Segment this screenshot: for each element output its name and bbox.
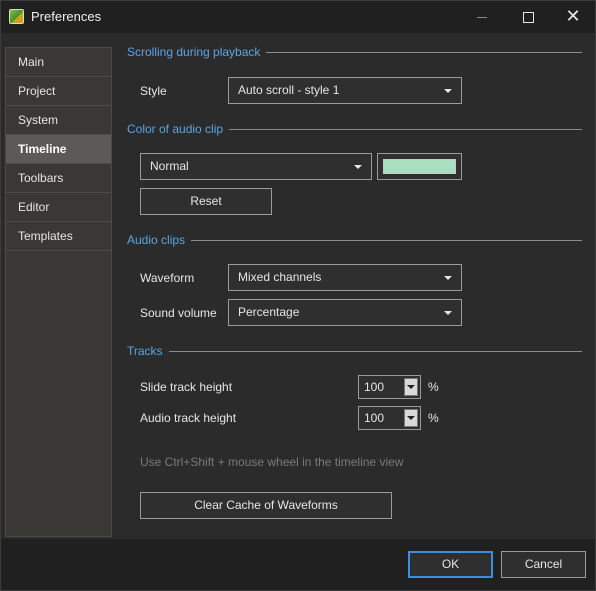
reset-button[interactable]: Reset: [140, 188, 272, 215]
sidebar-item-project[interactable]: Project: [6, 77, 111, 106]
chevron-down-icon: [407, 416, 415, 420]
minimize-button[interactable]: [459, 1, 505, 33]
sidebar: Main Project System Timeline Toolbars Ed…: [5, 47, 112, 537]
style-label: Style: [140, 84, 167, 98]
maximize-icon: [522, 11, 534, 23]
slide-track-height-input[interactable]: 100: [358, 375, 421, 399]
chevron-down-icon: [354, 165, 362, 169]
slide-track-height-dropdown-button[interactable]: [404, 378, 418, 396]
section-title-scrolling: Scrolling during playback: [127, 45, 267, 59]
audio-track-height-value: 100: [364, 411, 385, 425]
chevron-down-icon: [407, 385, 415, 389]
maximize-button[interactable]: [505, 1, 551, 33]
waveform-dropdown[interactable]: Mixed channels: [228, 264, 462, 291]
audio-track-height-label: Audio track height: [140, 411, 237, 425]
timeline-hint-text: Use Ctrl+Shift + mouse wheel in the time…: [140, 455, 404, 469]
ok-button[interactable]: OK: [408, 551, 493, 578]
minimize-icon: [477, 16, 487, 18]
sidebar-item-templates[interactable]: Templates: [6, 222, 111, 251]
chevron-down-icon: [444, 89, 452, 93]
slide-track-height-unit: %: [428, 380, 439, 394]
dialog-footer: OK Cancel: [1, 539, 595, 590]
section-title-tracks: Tracks: [127, 344, 169, 358]
cancel-button[interactable]: Cancel: [501, 551, 586, 578]
preferences-window: Preferences ✕ Main Project System Timeli…: [0, 0, 596, 591]
sidebar-item-editor[interactable]: Editor: [6, 193, 111, 222]
audio-track-height-dropdown-button[interactable]: [404, 409, 418, 427]
section-divider: [127, 240, 582, 241]
slide-track-height-label: Slide track height: [140, 380, 233, 394]
audio-color-mode-value: Normal: [150, 159, 189, 173]
style-dropdown-value: Auto scroll - style 1: [238, 83, 340, 97]
title-bar[interactable]: Preferences ✕: [1, 1, 595, 33]
sidebar-item-system[interactable]: System: [6, 106, 111, 135]
chevron-down-icon: [444, 311, 452, 315]
clear-cache-button[interactable]: Clear Cache of Waveforms: [140, 492, 392, 519]
sound-volume-dropdown[interactable]: Percentage: [228, 299, 462, 326]
audio-track-height-unit: %: [428, 411, 439, 425]
style-dropdown[interactable]: Auto scroll - style 1: [228, 77, 462, 104]
close-icon: ✕: [565, 6, 581, 27]
waveform-label: Waveform: [140, 271, 195, 285]
window-title: Preferences: [31, 9, 102, 24]
sidebar-item-timeline[interactable]: Timeline: [6, 135, 111, 164]
chevron-down-icon: [444, 276, 452, 280]
audio-color-mode-dropdown[interactable]: Normal: [140, 153, 372, 180]
section-divider: [127, 351, 582, 352]
audio-track-height-input[interactable]: 100: [358, 406, 421, 430]
sidebar-item-toolbars[interactable]: Toolbars: [6, 164, 111, 193]
color-swatch: [383, 159, 456, 174]
sound-volume-dropdown-value: Percentage: [238, 305, 300, 319]
waveform-dropdown-value: Mixed channels: [238, 270, 322, 284]
section-title-audio-color: Color of audio clip: [127, 122, 230, 136]
audio-color-swatch-button[interactable]: [377, 153, 462, 180]
sound-volume-label: Sound volume: [140, 306, 217, 320]
section-title-audio-clips: Audio clips: [127, 233, 192, 247]
app-icon: [9, 9, 24, 24]
slide-track-height-value: 100: [364, 380, 385, 394]
sidebar-item-main[interactable]: Main: [6, 48, 111, 77]
close-button[interactable]: ✕: [550, 1, 596, 33]
